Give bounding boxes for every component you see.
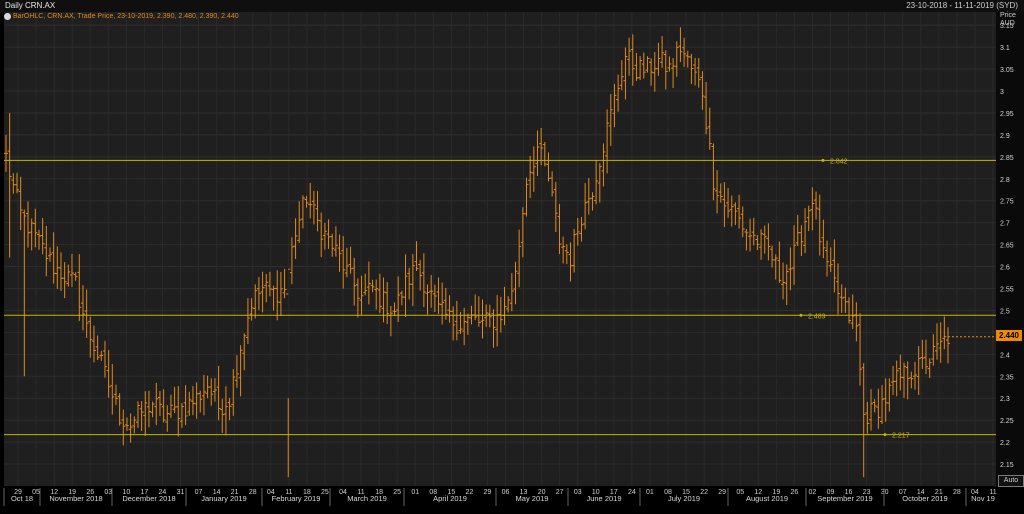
x-month-label: January 2019 <box>201 494 246 503</box>
x-day-tick: 28 <box>249 489 257 496</box>
x-month-label: April 2019 <box>433 494 467 503</box>
y-tick-label: 2.15 <box>1000 462 1014 469</box>
legend-text: BarOHLC, CRN.AX, Trade Price, 23-10-2019… <box>13 13 239 20</box>
y-unit-currency: AUD <box>1000 20 1015 27</box>
x-day-tick: 06 <box>502 489 510 496</box>
x-day-tick: 05 <box>736 489 744 496</box>
x-day-tick: 24 <box>628 489 636 496</box>
x-day-tick: 04 <box>339 489 347 496</box>
level-marker <box>883 433 887 437</box>
x-day-tick: 02 <box>809 489 817 496</box>
legend-toggle-icon[interactable] <box>4 13 11 20</box>
x-day-tick: 29 <box>718 489 726 496</box>
level-marker <box>799 313 803 317</box>
y-tick-label: 3.1 <box>1000 45 1010 52</box>
y-tick-label: 2.3 <box>1000 396 1010 403</box>
x-month-label: November 2018 <box>49 494 102 503</box>
y-tick-label: 2.8 <box>1000 177 1010 184</box>
auto-scale-button[interactable]: Auto <box>998 475 1024 487</box>
x-month-label: March 2019 <box>347 494 387 503</box>
ohlc-chart: 2.152.22.252.32.352.42.452.52.552.62.652… <box>3 12 1014 506</box>
y-tick-label: 3.05 <box>1000 67 1014 74</box>
series-legend[interactable]: BarOHLC, CRN.AX, Trade Price, 23-10-2019… <box>4 13 239 20</box>
x-month-label: Oct 18 <box>11 494 33 503</box>
x-day-tick: 03 <box>104 489 112 496</box>
level-label: 2.489 <box>808 313 826 320</box>
y-tick-label: 2.4 <box>1000 352 1010 359</box>
y-axis-unit: Price AUD <box>1000 12 1016 28</box>
x-month-label: August 2019 <box>746 494 788 503</box>
y-tick-label: 2.95 <box>1000 111 1014 118</box>
x-day-tick: 25 <box>393 489 401 496</box>
y-tick-label: 2.5 <box>1000 308 1010 315</box>
level-label: 2.842 <box>830 158 848 165</box>
level-label: 2.217 <box>892 433 910 440</box>
x-month-label: December 2018 <box>122 494 175 503</box>
y-tick-label: 2.85 <box>1000 155 1014 162</box>
x-month-label: June 2019 <box>586 494 621 503</box>
x-day-tick: 28 <box>953 489 961 496</box>
x-day-tick: 25 <box>321 489 329 496</box>
y-unit-price: Price <box>1000 12 1016 19</box>
y-tick-label: 2.6 <box>1000 265 1010 272</box>
x-month-label: September 2019 <box>817 494 872 503</box>
last-price-badge: 2.440 <box>996 330 1022 341</box>
y-tick-label: 2.65 <box>1000 243 1014 250</box>
x-day-tick: 22 <box>700 489 708 496</box>
x-day-tick: 31 <box>177 489 185 496</box>
y-tick-label: 2.9 <box>1000 133 1010 140</box>
level-marker <box>821 158 825 162</box>
x-day-tick: 05 <box>32 489 40 496</box>
x-month-label: May 2019 <box>516 494 549 503</box>
x-month-label: July 2019 <box>668 494 700 503</box>
y-tick-label: 2.7 <box>1000 221 1010 228</box>
x-day-tick: 29 <box>484 489 492 496</box>
y-tick-label: 2.75 <box>1000 199 1014 206</box>
y-tick-label: 3 <box>1000 89 1004 96</box>
x-month-label: October 2019 <box>902 494 947 503</box>
x-day-tick: 03 <box>574 489 582 496</box>
y-tick-label: 2.25 <box>1000 418 1014 425</box>
x-day-tick: 27 <box>556 489 564 496</box>
y-tick-label: 2.35 <box>1000 374 1014 381</box>
x-month-label: February 2019 <box>272 494 321 503</box>
x-day-tick: 26 <box>790 489 798 496</box>
x-month-label: Nov 19 <box>971 494 995 503</box>
x-day-tick: 01 <box>411 489 419 496</box>
x-day-tick: 30 <box>881 489 889 496</box>
x-day-tick: 01 <box>646 489 654 496</box>
y-tick-label: 2.55 <box>1000 287 1014 294</box>
y-tick-label: 2.2 <box>1000 440 1010 447</box>
